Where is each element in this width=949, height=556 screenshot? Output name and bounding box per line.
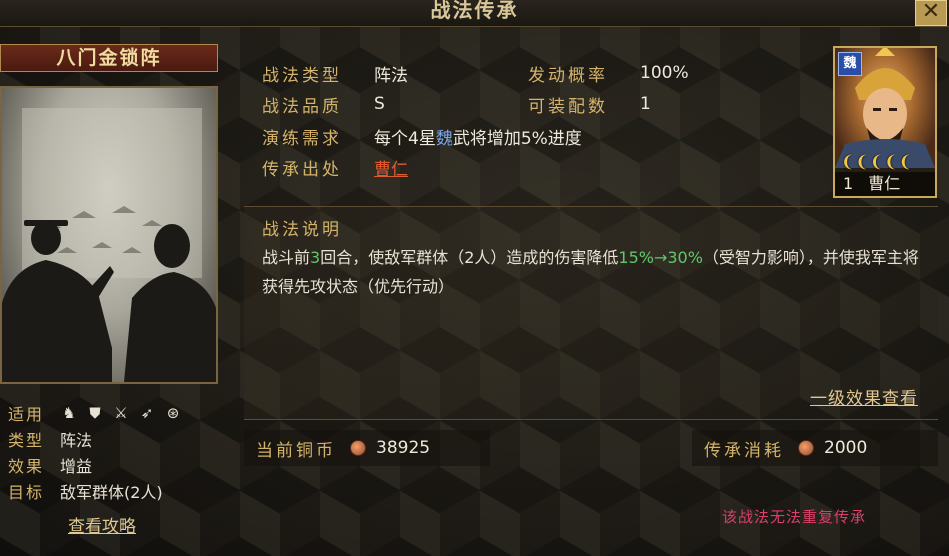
- drill-suffix: 武将增加5%进度: [452, 128, 582, 149]
- inherit-cost-value: 2000: [824, 438, 868, 458]
- view-guide-link[interactable]: 查看攻略: [68, 512, 136, 537]
- current-copper-box: 当前铜币 38925: [244, 430, 490, 466]
- general-star-rating: ❨❨❨❨❨: [841, 152, 914, 171]
- copper-coin-icon: [798, 440, 814, 456]
- level-one-effect-link[interactable]: 一级效果查看: [810, 384, 918, 409]
- copper-coin-icon: [350, 440, 366, 456]
- bow-icon: ➶: [140, 404, 154, 422]
- drill-prefix: 每个4星: [374, 128, 436, 149]
- current-copper-value: 38925: [376, 438, 431, 458]
- origin-label: 传承出处: [262, 159, 342, 180]
- window-title: 战法传承: [430, 0, 519, 22]
- trigger-rate-label: 发动概率: [528, 65, 608, 86]
- skill-quality-label: 战法品质: [262, 96, 342, 117]
- desc-part-3: 回合，使敌军群体（2人）造成的伤害降低: [320, 248, 619, 267]
- title-bar: 战法传承 ✕: [0, 0, 949, 27]
- effect-label: 效果: [8, 457, 45, 476]
- skill-type-value: 阵法: [374, 65, 408, 86]
- skill-quality-value: S: [374, 94, 385, 114]
- skill-illustration: [0, 86, 218, 384]
- type-value: 阵法: [60, 431, 93, 450]
- general-name-bar: 1 曹仁: [835, 172, 935, 196]
- effect-value: 增益: [60, 457, 93, 476]
- drill-faction: 魏: [435, 128, 453, 149]
- effect-row: 效果 增益: [8, 452, 182, 478]
- close-button[interactable]: ✕: [915, 0, 947, 26]
- equip-count-label: 可装配数: [528, 96, 608, 117]
- equip-count-value: 1: [640, 94, 651, 114]
- chariot-wheel-icon: ⊛: [166, 404, 180, 422]
- skill-type-label: 战法类型: [262, 65, 342, 86]
- equip-count-row: 可装配数 1: [528, 89, 651, 119]
- type-row: 类型 阵法: [8, 426, 182, 452]
- general-name: 曹仁: [868, 174, 901, 193]
- skill-quality-row: 战法品质 S: [262, 89, 385, 119]
- current-copper-label: 当前铜币: [256, 440, 336, 461]
- description-title: 战法说明: [262, 220, 342, 240]
- apply-label: 适用: [8, 405, 45, 424]
- drill-requirement-row: 演练需求 每个4星魏武将增加5%进度: [262, 121, 582, 151]
- inherit-cost-label: 传承消耗: [704, 440, 784, 461]
- drill-requirement-value: 每个4星魏武将增加5%进度: [374, 124, 582, 149]
- origin-row: 传承出处 曹仁: [262, 152, 408, 182]
- general-level: 1: [843, 174, 854, 193]
- origin-link[interactable]: 曹仁: [374, 155, 408, 180]
- skill-name-banner: 八门金锁阵: [0, 44, 218, 72]
- troop-type-icons: ♞ ⛊ ⚔ ➶ ⊛: [60, 404, 182, 422]
- cannot-repeat-warning: 该战法无法重复传承: [722, 508, 867, 526]
- drill-requirement-label: 演练需求: [262, 128, 342, 149]
- inherit-cost-box: 传承消耗 2000: [692, 430, 938, 466]
- type-label: 类型: [8, 431, 45, 450]
- skill-summary: 适用 ♞ ⛊ ⚔ ➶ ⊛ 类型 阵法 效果 增益 目标 敌军群体(2人): [8, 400, 182, 504]
- apply-row: 适用 ♞ ⛊ ⚔ ➶ ⊛: [8, 400, 182, 426]
- crossed-swords-icon: ⚔: [114, 404, 128, 422]
- cavalry-icon: ♞: [62, 404, 76, 422]
- desc-rounds: 3: [310, 248, 321, 267]
- general-card[interactable]: 魏 ❨❨❨❨❨ 1 曹仁: [833, 46, 937, 198]
- target-value: 敌军群体(2人): [60, 483, 163, 502]
- target-label: 目标: [8, 483, 45, 502]
- target-row: 目标 敌军群体(2人): [8, 478, 182, 504]
- trigger-rate-row: 发动概率 100%: [528, 58, 689, 88]
- skill-type-row: 战法类型 阵法: [262, 58, 408, 88]
- illustration-art: [2, 108, 216, 382]
- description-text: 战斗前3回合，使敌军群体（2人）造成的伤害降低15%→30%（受智力影响），并使…: [262, 243, 922, 301]
- shield-icon: ⛊: [89, 404, 101, 422]
- desc-part-1: 战斗前: [262, 248, 311, 267]
- skill-name: 八门金锁阵: [56, 47, 162, 69]
- trigger-rate-value: 100%: [640, 63, 689, 83]
- faction-badge: 魏: [838, 52, 862, 76]
- skill-description-panel: 战法说明 战斗前3回合，使敌军群体（2人）造成的伤害降低15%→30%（受智力影…: [244, 206, 938, 420]
- desc-percent: 15%→30%: [618, 248, 703, 267]
